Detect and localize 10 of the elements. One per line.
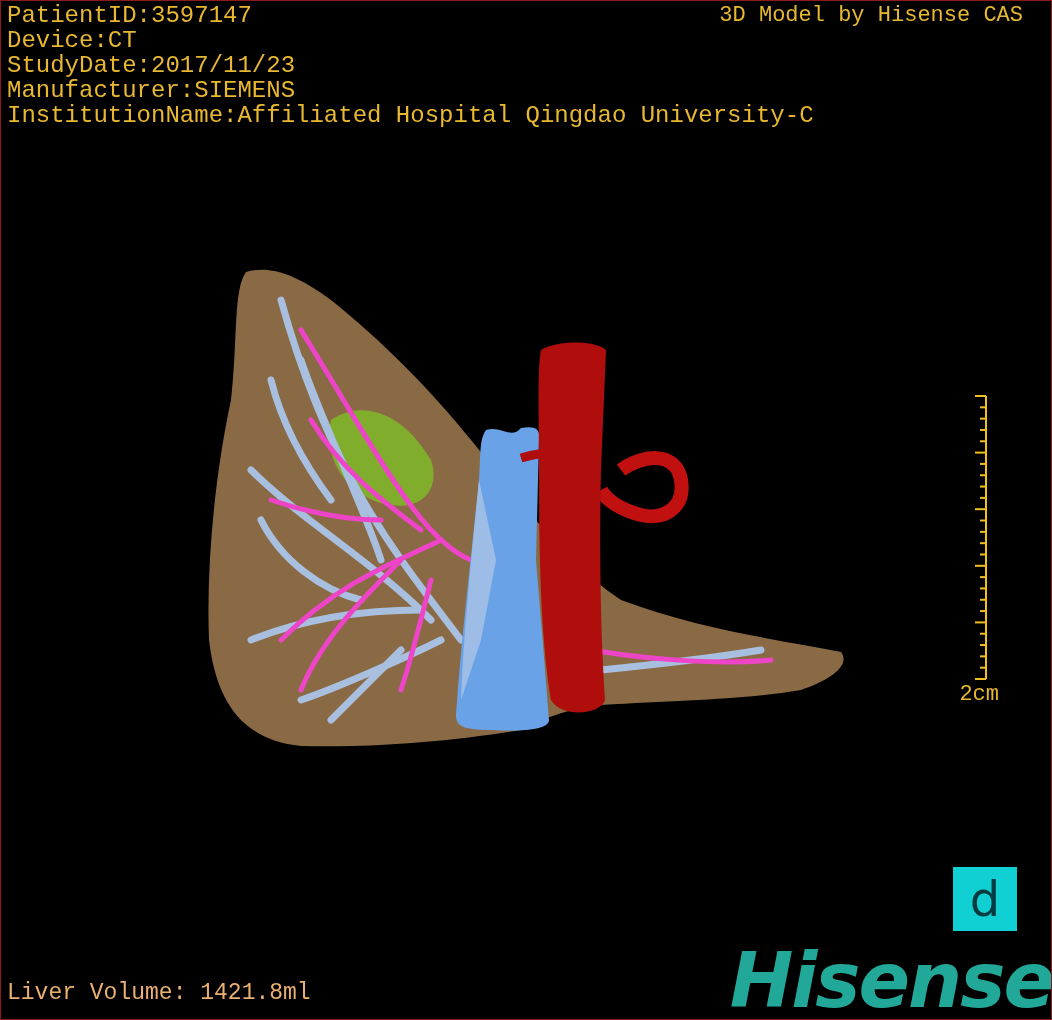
- brand-logo: Hisense: [729, 943, 1051, 1019]
- view-toggle-button[interactable]: d: [953, 867, 1017, 931]
- liver-volume-readout: Liver Volume: 1421.8ml: [7, 979, 311, 1007]
- info-line: PatientID:3597147: [7, 3, 252, 28]
- viewer-title: 3D Model by Hisense CAS: [719, 3, 1023, 28]
- info-line: Device:CT: [7, 28, 137, 53]
- info-line: InstitutionName:Affiliated Hospital Qingdao University-C: [7, 103, 814, 128]
- scale-label: 2cm: [959, 683, 999, 707]
- info-line: StudyDate:2017/11/23: [7, 53, 296, 78]
- info-line: Manufacturer:SIEMENS: [7, 78, 296, 103]
